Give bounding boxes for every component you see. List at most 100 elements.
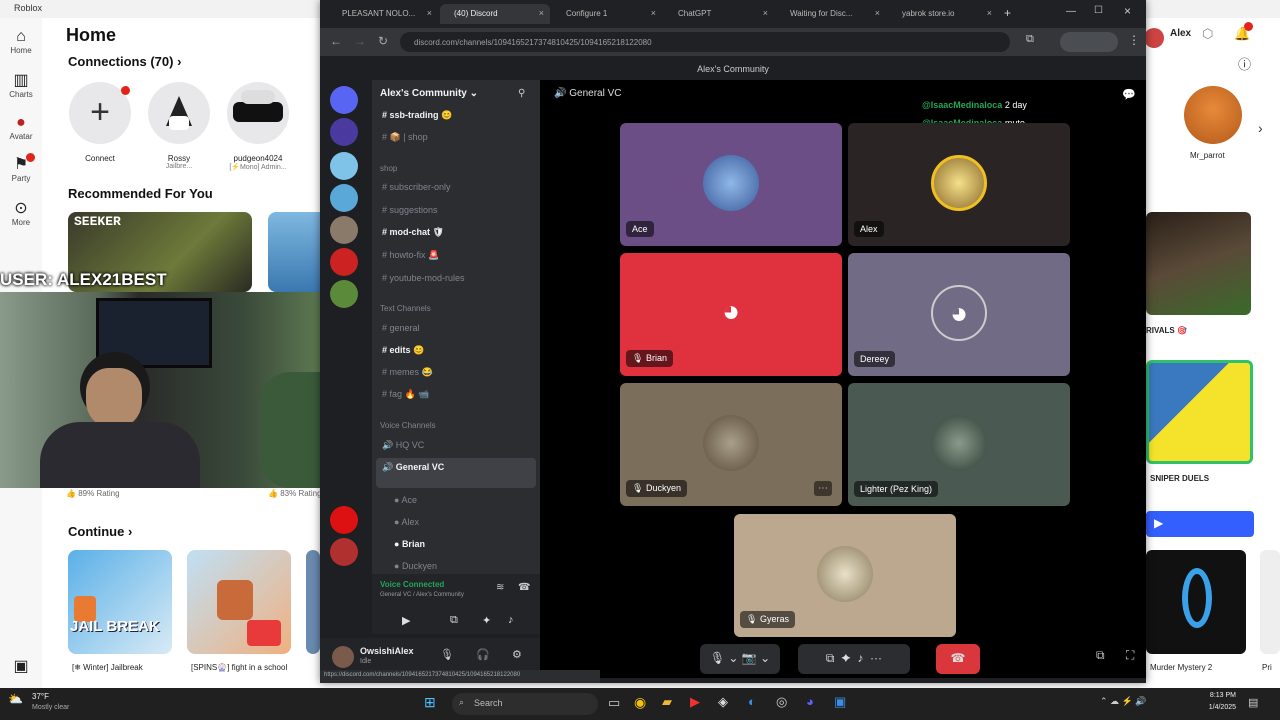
channel-item[interactable]: # 📦 | shop <box>382 132 428 143</box>
paused-button[interactable] <box>1060 32 1118 52</box>
browser-tab-active[interactable]: (40) Discord × <box>440 4 550 24</box>
close-icon[interactable]: × <box>763 8 768 18</box>
discord-icon[interactable]: ◕ <box>806 694 814 709</box>
participant-tile[interactable]: ◕ 🎙 Brian <box>620 253 842 376</box>
disconnect-icon[interactable]: ☎ <box>518 582 530 593</box>
channel-item[interactable]: # youtube-mod-rules <box>382 273 465 283</box>
screen-share-icon[interactable]: ⧉ <box>450 614 458 627</box>
channel-item[interactable]: # subscriber-only <box>382 182 451 192</box>
back-icon[interactable]: ← <box>330 34 342 48</box>
game-tile-fight[interactable] <box>187 550 291 654</box>
app-icon[interactable]: ◎ <box>776 694 787 710</box>
chevron-right-icon[interactable]: › <box>1258 120 1263 136</box>
participant-tile[interactable]: Lighter (Pez King) <box>848 383 1070 506</box>
play-button[interactable]: ▶ <box>1146 511 1254 537</box>
server-icon[interactable] <box>330 118 358 146</box>
fullscreen-icon[interactable]: ⛶ <box>1126 648 1134 663</box>
category-header[interactable]: Voice Channels <box>380 421 436 430</box>
screen-share-icon[interactable]: ⧉ <box>1026 33 1034 46</box>
game-tile[interactable] <box>268 212 328 292</box>
close-icon[interactable]: × <box>987 8 992 18</box>
game-tile[interactable] <box>1146 550 1246 654</box>
task-view-icon[interactable]: ▭ <box>608 695 620 711</box>
browser-tab[interactable]: Configure 1 × <box>552 4 662 24</box>
channel-item[interactable]: # ssb-trading 😊 <box>382 110 452 121</box>
close-icon[interactable]: × <box>539 8 544 18</box>
vc-member[interactable]: ● Alex <box>394 517 419 527</box>
voice-channel-item[interactable]: 🔊 HQ VC <box>382 440 424 451</box>
vc-member[interactable]: ● Duckyen <box>394 561 437 571</box>
participant-tile[interactable]: Alex <box>848 123 1070 246</box>
invite-icon[interactable]: ⚲ <box>518 88 525 99</box>
chrome-icon[interactable]: ◉ <box>634 694 646 711</box>
avatar[interactable] <box>1144 28 1164 48</box>
menu-icon[interactable]: ⋮ <box>1128 33 1140 47</box>
category-header[interactable]: shop <box>380 164 397 173</box>
forward-icon[interactable]: → <box>354 34 366 48</box>
continue-heading[interactable]: Continue › <box>68 524 132 539</box>
microphone-icon[interactable]: 🎙 <box>440 648 454 661</box>
category-header[interactable]: Text Channels <box>380 304 431 313</box>
app-icon[interactable]: ▣ <box>834 694 846 710</box>
more-options-icon[interactable]: ⋯ <box>814 481 832 496</box>
channel-item[interactable]: # general <box>382 323 420 333</box>
file-explorer-icon[interactable]: ▰ <box>662 694 672 710</box>
home-server-icon[interactable] <box>330 86 358 114</box>
avatar[interactable] <box>1184 86 1242 144</box>
nav-avatar[interactable]: ● Avatar <box>0 114 42 141</box>
server-icon[interactable] <box>330 506 358 534</box>
call-actions[interactable]: ⧉ ✦ ♪ ⋯ <box>798 644 910 674</box>
windows-start-icon[interactable]: ⊞ <box>424 694 436 711</box>
channel-item[interactable]: # edits 😊 <box>382 345 424 356</box>
activities-icon[interactable]: ✦ <box>482 614 491 627</box>
chat-icon[interactable]: 💬 <box>1122 88 1136 101</box>
participant-tile[interactable]: Ace <box>620 123 842 246</box>
reload-icon[interactable]: ↻ <box>378 34 388 48</box>
system-tray-icons[interactable]: ⌃ ☁ ⚡ 🔊 <box>1100 696 1146 707</box>
camera-icon[interactable]: ▶ <box>402 614 410 627</box>
connection-item[interactable]: pudgeon4024 [⚡Mono] Admin... <box>226 82 290 171</box>
edge-icon[interactable]: ◐ <box>748 694 756 709</box>
browser-tab[interactable]: ChatGPT × <box>664 4 774 24</box>
server-icon[interactable] <box>330 216 358 244</box>
url-field[interactable]: discord.com/channels/1094165217374810425… <box>400 32 1010 52</box>
weather-icon[interactable]: ⛅ <box>8 692 23 706</box>
notification-center-icon[interactable]: ▤ <box>1248 696 1258 709</box>
settings-gear-icon[interactable]: ⚙ <box>512 648 522 661</box>
close-icon[interactable]: × <box>875 8 880 18</box>
channel-item[interactable]: # fag 🔥 📹 <box>382 389 429 400</box>
minimize-icon[interactable]: — <box>1066 6 1076 17</box>
nav-party[interactable]: ⚑ Party <box>0 156 42 183</box>
server-icon[interactable] <box>330 538 358 566</box>
browser-tab[interactable]: Waiting for Disc... × <box>776 4 886 24</box>
game-tile[interactable] <box>1146 360 1253 464</box>
game-tile[interactable] <box>1260 550 1280 654</box>
vc-member[interactable]: ● Ace <box>394 495 417 505</box>
noise-suppression-icon[interactable]: ≋ <box>496 582 504 593</box>
nav-more[interactable]: ⊙ More <box>0 200 42 227</box>
channel-item[interactable]: # mod-chat 🛡 <box>382 227 444 238</box>
avatar[interactable] <box>332 646 354 668</box>
connection-item[interactable]: Rossy Jailbre... <box>147 82 211 170</box>
headphones-icon[interactable]: 🎧 <box>476 648 490 661</box>
popout-icon[interactable]: ⧉ <box>1096 648 1105 663</box>
voice-channel-item[interactable]: 🔊 General VC <box>382 462 444 473</box>
server-icon[interactable] <box>330 248 358 276</box>
maximize-icon[interactable]: ☐ <box>1094 5 1103 16</box>
server-name[interactable]: Alex's Community ⌄ <box>380 88 478 99</box>
server-icon[interactable] <box>330 280 358 308</box>
close-icon[interactable]: × <box>651 8 656 18</box>
channel-item[interactable]: # howto-fix 🚨 <box>382 250 439 261</box>
nav-home[interactable]: ⌂ Home <box>0 28 42 55</box>
channel-item[interactable]: # suggestions <box>382 205 438 215</box>
server-icon[interactable] <box>330 184 358 212</box>
participant-tile[interactable]: 🎙 Gyeras <box>734 514 956 637</box>
game-tile[interactable] <box>306 550 320 654</box>
nav-charts[interactable]: ▥ Charts <box>0 72 42 99</box>
new-tab-icon[interactable]: + <box>1004 6 1011 20</box>
disconnect-button[interactable]: ☎ <box>936 644 980 674</box>
app-icon[interactable]: ◈ <box>718 694 728 710</box>
youtube-icon[interactable]: ▶ <box>690 694 700 710</box>
connections-heading[interactable]: Connections (70) › <box>68 54 181 69</box>
game-tile[interactable] <box>1146 212 1251 315</box>
